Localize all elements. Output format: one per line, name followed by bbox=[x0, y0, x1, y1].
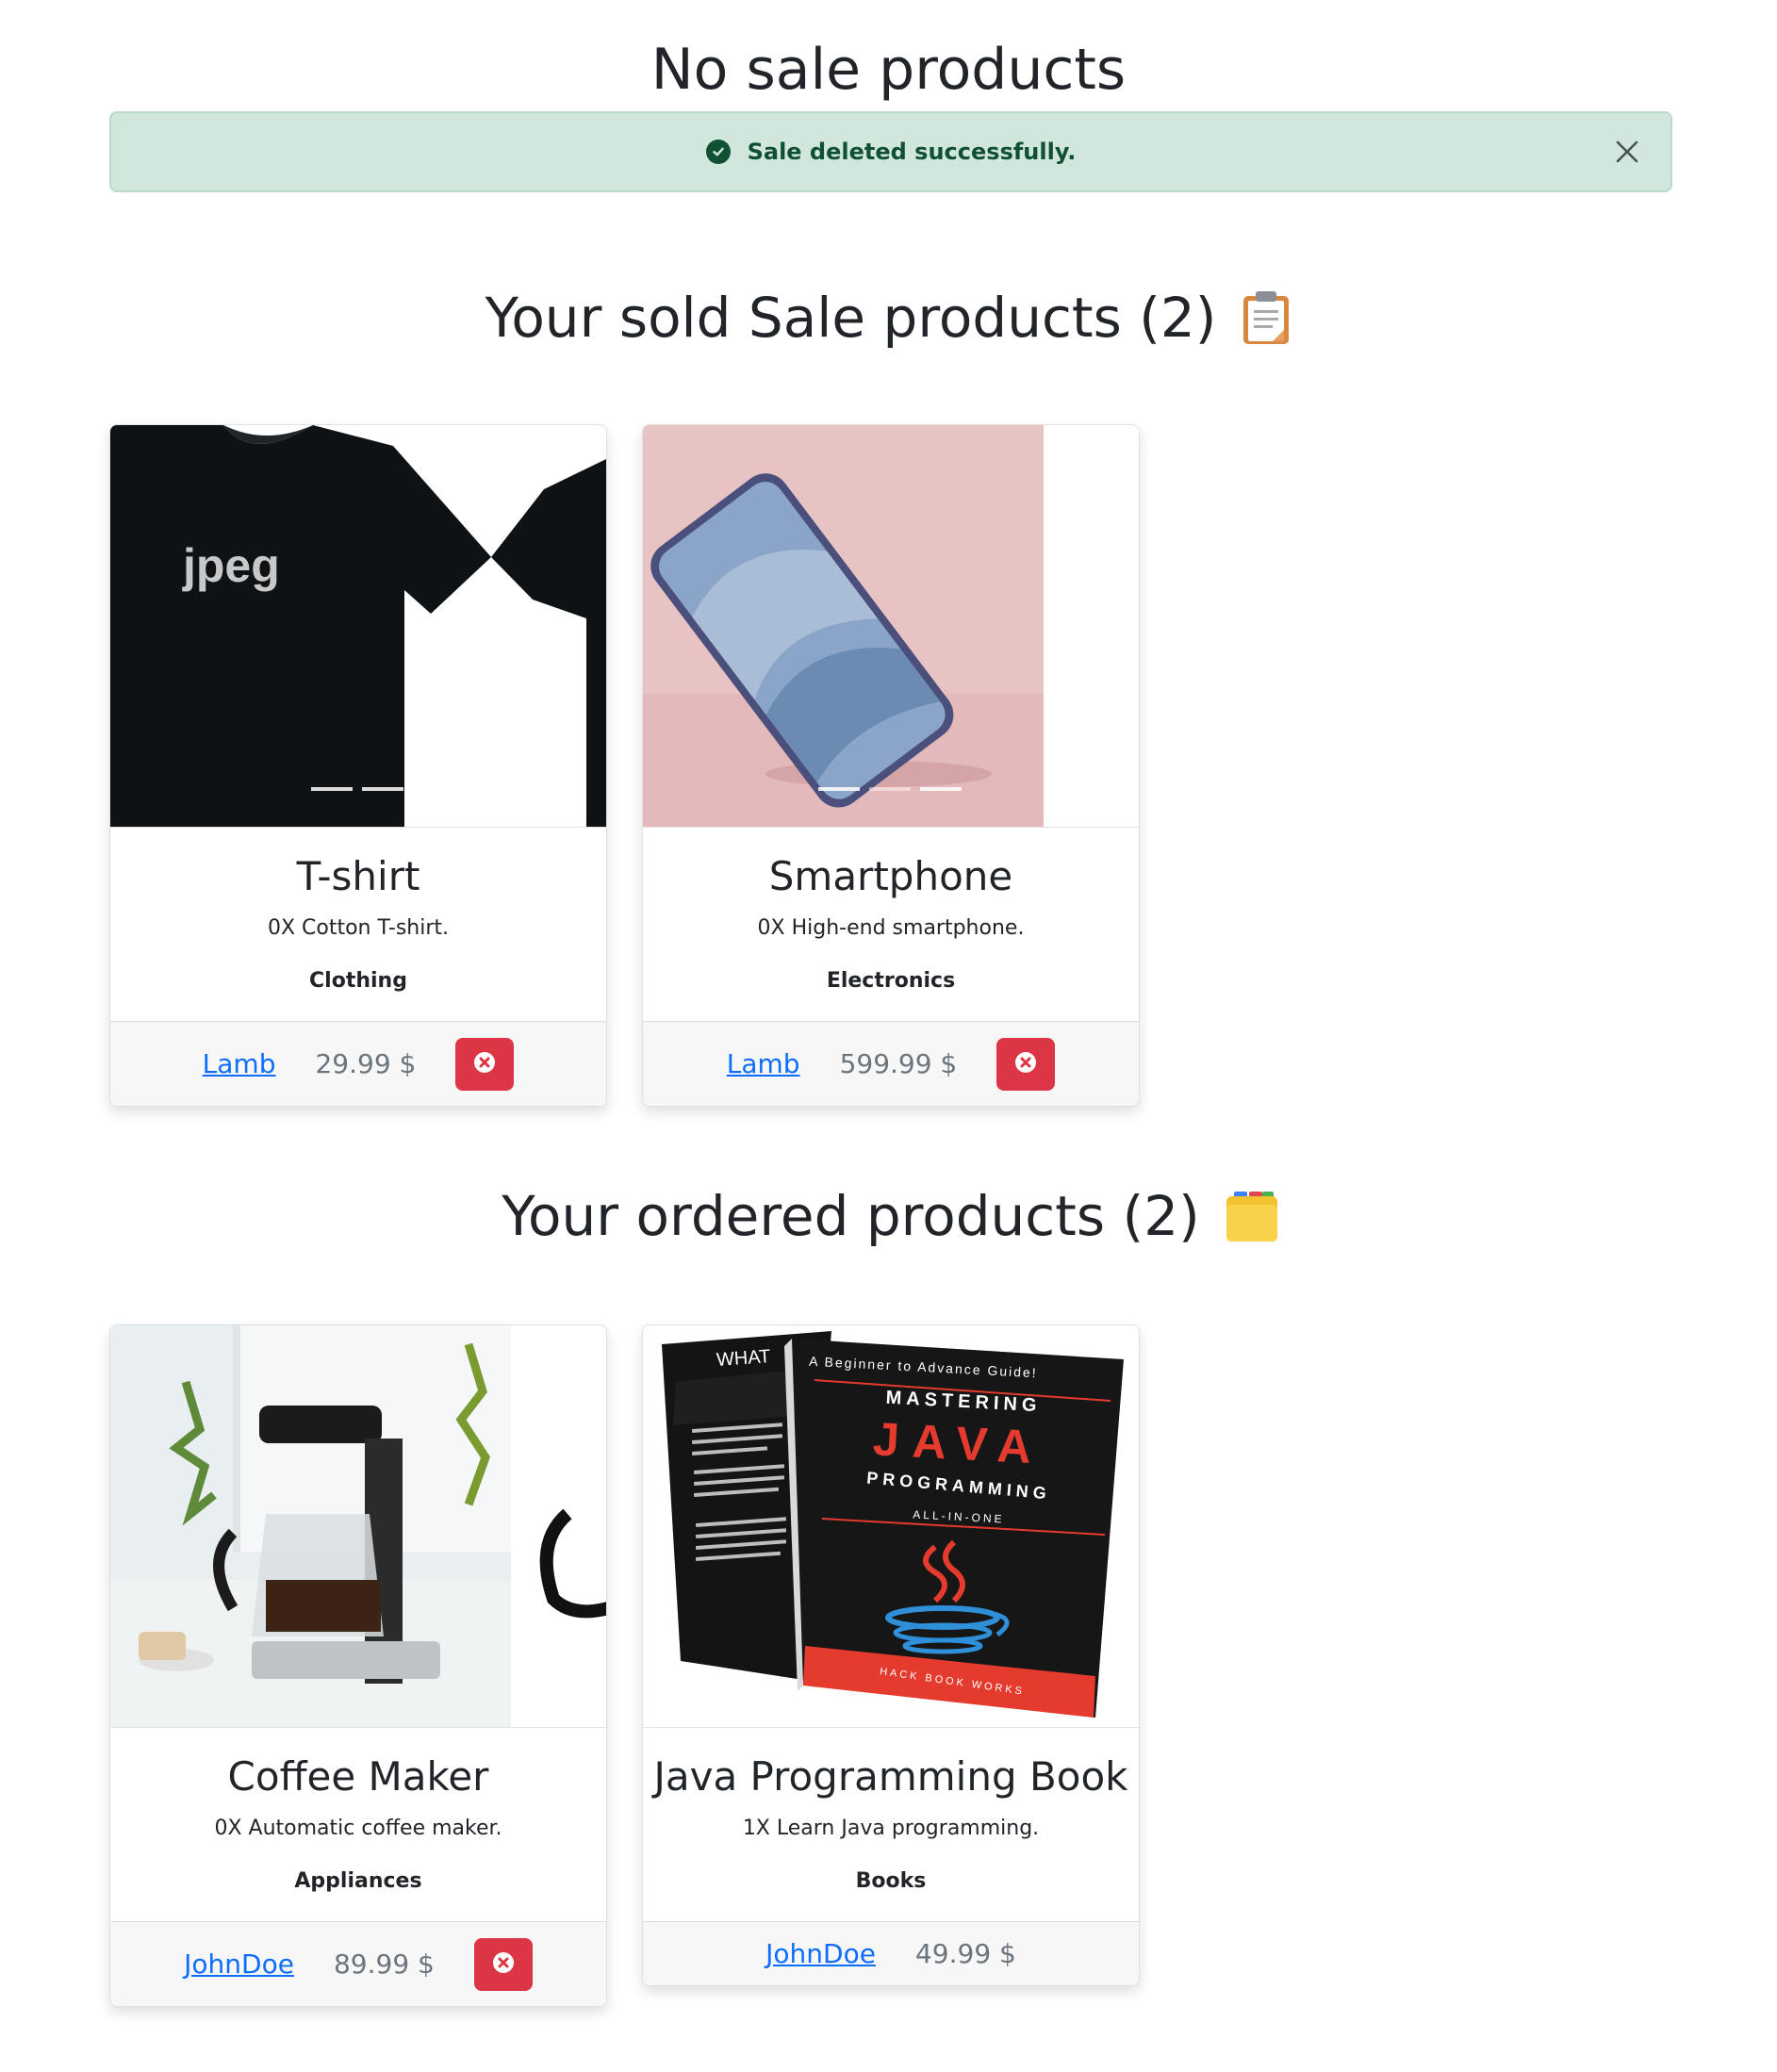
delete-button[interactable] bbox=[996, 1037, 1056, 1091]
delete-button[interactable] bbox=[455, 1037, 515, 1091]
check-circle-icon bbox=[705, 140, 731, 164]
product-category: Appliances bbox=[294, 1869, 422, 1893]
product-image bbox=[110, 1325, 606, 1728]
ordered-section-title: Your ordered products (2) bbox=[0, 1183, 1777, 1249]
product-price: 599.99 $ bbox=[839, 1048, 958, 1079]
close-icon[interactable] bbox=[1608, 133, 1646, 171]
product-category: Electronics bbox=[826, 969, 956, 993]
product-image: jpeg bbox=[110, 425, 606, 828]
page-title: No sale products bbox=[650, 37, 1127, 103]
product-image: WHAT A Beginner to Advance Guide! MASTER… bbox=[643, 1325, 1139, 1728]
product-card: Coffee Maker 0X Automatic coffee maker. … bbox=[109, 1324, 607, 2007]
seller-link[interactable]: JohnDoe bbox=[765, 1938, 876, 1969]
sold-section-heading: Your sold Sale products (2) bbox=[485, 286, 1217, 350]
product-description: 0X High-end smartphone. bbox=[757, 916, 1025, 940]
product-name: Java Programming Book bbox=[653, 1753, 1128, 1800]
seller-link[interactable]: Lamb bbox=[203, 1048, 276, 1079]
x-circle-icon bbox=[473, 1051, 496, 1077]
card-index-dividers-icon bbox=[1225, 1188, 1277, 1244]
tshirt-print-text: jpeg bbox=[183, 539, 280, 592]
success-alert: Sale deleted successfully. bbox=[109, 111, 1672, 192]
product-category: Clothing bbox=[309, 969, 407, 993]
product-card: Smartphone 0X High-end smartphone. Elect… bbox=[642, 424, 1140, 1107]
carousel-indicators[interactable] bbox=[818, 787, 962, 791]
product-card: jpeg T-shirt 0X Cotton T-shirt. Clothing… bbox=[109, 424, 607, 1107]
product-card: WHAT A Beginner to Advance Guide! MASTER… bbox=[642, 1324, 1140, 1986]
sold-section-title: Your sold Sale products (2) bbox=[0, 285, 1777, 351]
product-description: 0X Automatic coffee maker. bbox=[214, 1817, 502, 1840]
x-circle-icon bbox=[492, 1951, 515, 1977]
delete-button[interactable] bbox=[473, 1937, 533, 1991]
product-image bbox=[643, 425, 1139, 828]
product-name: Smartphone bbox=[768, 853, 1013, 899]
seller-link[interactable]: JohnDoe bbox=[184, 1949, 294, 1980]
x-circle-icon bbox=[1014, 1051, 1037, 1077]
alert-message: Sale deleted successfully. bbox=[747, 139, 1077, 165]
book-back-title: WHAT bbox=[716, 1346, 772, 1371]
seller-link[interactable]: Lamb bbox=[727, 1048, 800, 1079]
product-description: 1X Learn Java programming. bbox=[742, 1817, 1040, 1840]
product-price: 29.99 $ bbox=[315, 1048, 417, 1079]
carousel-indicators[interactable] bbox=[311, 787, 403, 791]
product-category: Books bbox=[855, 1869, 927, 1893]
product-price: 89.99 $ bbox=[333, 1949, 435, 1980]
product-price: 49.99 $ bbox=[914, 1938, 1016, 1969]
product-name: T-shirt bbox=[296, 853, 420, 899]
product-name: Coffee Maker bbox=[227, 1753, 489, 1800]
ordered-section-heading: Your ordered products (2) bbox=[502, 1184, 1200, 1248]
clipboard-icon bbox=[1241, 289, 1292, 346]
product-description: 0X Cotton T-shirt. bbox=[267, 916, 450, 940]
